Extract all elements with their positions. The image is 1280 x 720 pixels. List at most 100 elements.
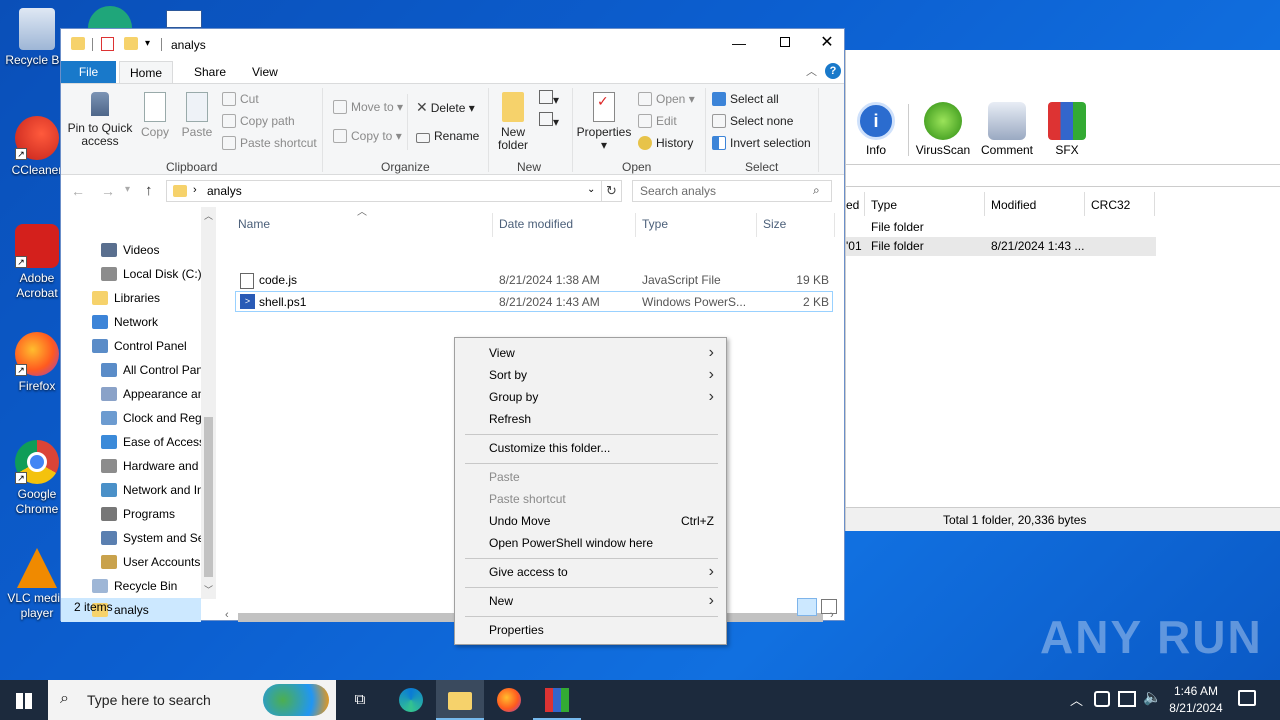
nav-scrollbar[interactable]: ︿ ﹀	[201, 207, 216, 599]
winrar-virusscan-button[interactable]: VirusScan	[908, 102, 978, 157]
nav-item[interactable]: System and Security	[61, 526, 201, 550]
winrar-column-header[interactable]: Type	[871, 198, 897, 212]
winrar-taskbar-button[interactable]	[533, 680, 581, 720]
taskbar-search-box[interactable]: ⌕ Type here to search	[48, 680, 336, 720]
new-folder-button[interactable]: New folder	[493, 92, 533, 152]
back-button[interactable]: ←	[71, 183, 85, 199]
minimize-button[interactable]: —	[716, 29, 762, 59]
winrar-column-header[interactable]: ed	[846, 198, 859, 212]
menu-item-new[interactable]: New ›	[489, 590, 714, 612]
menu-item-refresh[interactable]: Refresh	[489, 408, 714, 430]
menu-item-properties[interactable]: Properties	[489, 619, 714, 641]
maximize-button[interactable]	[762, 29, 808, 59]
document-desktop-icon[interactable]	[166, 10, 202, 28]
firefox-taskbar-button[interactable]	[485, 680, 533, 720]
show-hidden-icons-button[interactable]: ︿	[1070, 690, 1083, 709]
file-row[interactable]: > shell.ps1 8/21/2024 1:43 AM Windows Po…	[235, 291, 833, 312]
properties-button[interactable]: ✓ Properties ▾	[576, 92, 632, 152]
winrar-row[interactable]: File folder	[846, 218, 1156, 237]
forward-button[interactable]: →	[101, 183, 115, 199]
edit-button[interactable]: Edit	[638, 112, 677, 130]
winrar-column-header[interactable]: Modified	[991, 198, 1036, 212]
delete-button[interactable]: ✕ Delete ▾	[416, 98, 475, 116]
address-bar[interactable]: › analys ⌄	[166, 180, 602, 202]
defender-tray-icon[interactable]	[1094, 691, 1110, 707]
rename-button[interactable]: Rename	[416, 127, 479, 145]
menu-item-open-powershell[interactable]: Open PowerShell window here	[489, 532, 714, 554]
close-button[interactable]: ✕	[808, 29, 846, 59]
nav-item[interactable]: All Control Panel Items	[61, 358, 201, 382]
pin-to-quick-access-button[interactable]: Pin to Quick access	[67, 92, 133, 148]
nav-item[interactable]: Network and Internet	[61, 478, 201, 502]
notifications-button[interactable]	[1238, 690, 1256, 706]
tab-file[interactable]: File	[61, 61, 116, 83]
up-button[interactable]: ↑	[145, 182, 153, 199]
volume-tray-icon[interactable]: 🔈	[1143, 688, 1162, 706]
select-all-button[interactable]: Select all	[712, 90, 779, 108]
winrar-info-button[interactable]: i Info	[841, 102, 911, 157]
new-item-button[interactable]: ▾	[539, 90, 561, 107]
winrar-column-header[interactable]: CRC32	[1091, 198, 1130, 212]
menu-item-group-by[interactable]: Group by ›	[489, 386, 714, 408]
nav-item[interactable]: Local Disk (C:)	[61, 262, 201, 286]
menu-item-paste[interactable]: Paste	[489, 466, 714, 488]
nav-item[interactable]: Appearance and Personalization	[61, 382, 201, 406]
task-view-button[interactable]: ⧉	[336, 680, 384, 720]
easy-access-button[interactable]: ▾	[539, 112, 561, 129]
menu-item-view[interactable]: View ›	[489, 342, 714, 364]
properties-qat-icon[interactable]	[101, 37, 114, 51]
nav-item[interactable]: Libraries	[61, 286, 201, 310]
tab-view[interactable]: View	[242, 61, 288, 83]
history-button[interactable]: History	[638, 134, 693, 152]
edge-desktop-icon[interactable]	[88, 6, 132, 28]
refresh-button[interactable]: ↻	[602, 180, 622, 202]
recent-locations-button[interactable]: ▾	[125, 184, 130, 195]
menu-item-give-access[interactable]: Give access to ›	[489, 561, 714, 583]
move-to-button[interactable]: Move to ▾	[333, 98, 403, 116]
column-date-modified[interactable]: Date modified	[499, 217, 573, 231]
edge-taskbar-button[interactable]	[387, 680, 435, 720]
column-size[interactable]: Size	[763, 217, 786, 231]
invert-selection-button[interactable]: Invert selection	[712, 134, 811, 152]
select-none-button[interactable]: Select none	[712, 112, 793, 130]
winrar-sfx-button[interactable]: SFX	[1032, 102, 1102, 157]
nav-item[interactable]: Control Panel	[61, 334, 201, 358]
nav-item[interactable]: Videos	[61, 238, 201, 262]
nav-item[interactable]: Hardware and Sound	[61, 454, 201, 478]
tab-share[interactable]: Share	[184, 61, 236, 83]
file-row[interactable]: code.js 8/21/2024 1:38 AM JavaScript Fil…	[235, 270, 833, 291]
menu-item-customize-folder[interactable]: Customize this folder...	[489, 437, 714, 459]
winrar-row[interactable]: '01 File folder 8/21/2024 1:43 ...	[846, 237, 1156, 256]
scroll-up-icon[interactable]: ︿	[204, 209, 213, 222]
new-folder-qat-icon[interactable]	[124, 37, 138, 50]
cut-button[interactable]: Cut	[222, 90, 259, 108]
copy-to-button[interactable]: Copy to ▾	[333, 127, 402, 145]
column-type[interactable]: Type	[642, 217, 668, 231]
collapse-ribbon-icon[interactable]: ︿	[806, 63, 817, 79]
qat-dropdown-icon[interactable]: ▾	[145, 38, 150, 49]
copy-path-button[interactable]: Copy path	[222, 112, 295, 130]
copy-button[interactable]: Copy	[137, 92, 173, 139]
help-icon[interactable]: ?	[825, 63, 841, 79]
large-icons-view-button[interactable]	[821, 599, 837, 614]
scroll-thumb[interactable]	[204, 417, 213, 577]
open-button[interactable]: Open ▾	[638, 90, 695, 108]
search-input[interactable]: Search analys ⌕	[632, 180, 832, 202]
nav-item[interactable]: Network	[61, 310, 201, 334]
paste-shortcut-button[interactable]: Paste shortcut	[222, 134, 317, 152]
start-button[interactable]	[0, 680, 48, 720]
explorer-taskbar-button[interactable]	[436, 680, 484, 720]
menu-item-undo-move[interactable]: Undo Move Ctrl+Z	[489, 510, 714, 532]
paste-button[interactable]: Paste	[179, 92, 215, 139]
menu-item-sort-by[interactable]: Sort by ›	[489, 364, 714, 386]
clock[interactable]: 1:46 AM 8/21/2024	[1162, 683, 1230, 717]
nav-item[interactable]: Clock and Region	[61, 406, 201, 430]
network-tray-icon[interactable]	[1118, 691, 1136, 707]
address-dropdown-icon[interactable]: ⌄	[587, 184, 595, 195]
nav-item[interactable]: User Accounts	[61, 550, 201, 574]
menu-item-paste-shortcut[interactable]: Paste shortcut	[489, 488, 714, 510]
column-name[interactable]: Name	[238, 217, 270, 231]
nav-item[interactable]: Programs	[61, 502, 201, 526]
tab-home[interactable]: Home	[119, 61, 174, 83]
breadcrumb[interactable]: analys	[207, 184, 242, 198]
